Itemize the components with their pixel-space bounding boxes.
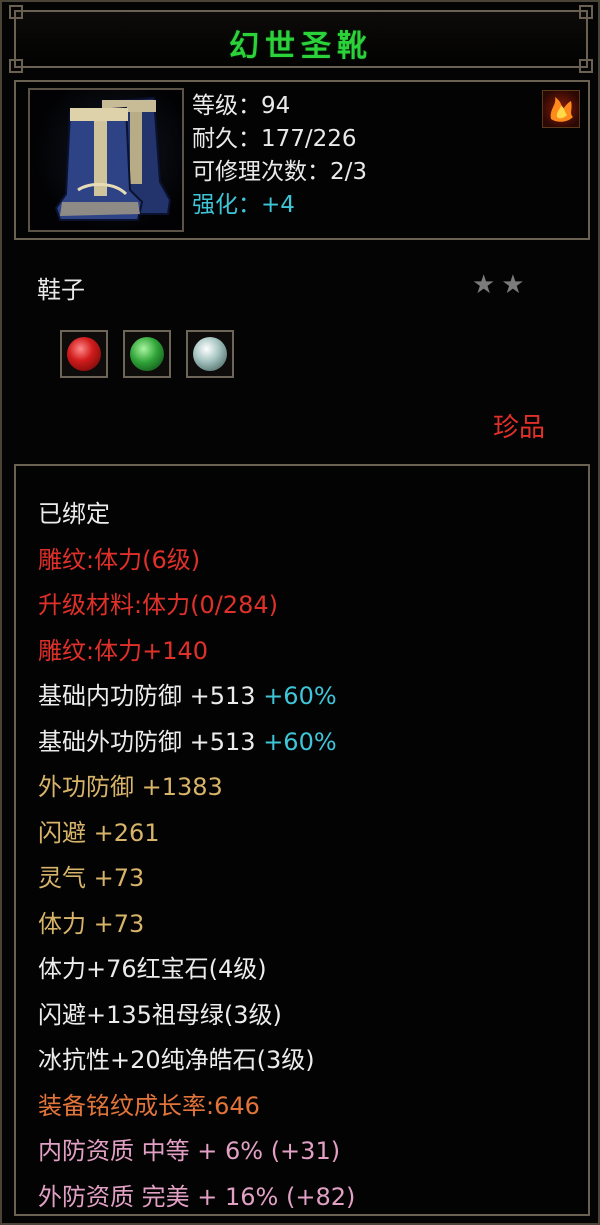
spirit-line: 灵气 +73 xyxy=(38,864,145,892)
outer-defense-line: 外功防御 +1383 xyxy=(38,773,223,801)
diamond-gem-icon[interactable] xyxy=(186,330,234,378)
fire-icon xyxy=(542,90,580,128)
star-rating: ★★ xyxy=(472,270,531,300)
gem-line: 体力+76红宝石(4级) xyxy=(38,955,267,983)
level-text: 等级：94 xyxy=(192,93,291,119)
base-inner-defense-line: 基础内功防御 +513 +60% xyxy=(38,674,355,720)
bound-status: 已绑定 xyxy=(38,500,110,528)
durability-text: 耐久：177/226 xyxy=(192,126,357,152)
enhance-text: 强化：+4 xyxy=(192,192,295,218)
boots-icon xyxy=(28,88,184,232)
repair-count-text: 可修理次数：2/3 xyxy=(192,159,368,185)
stamina-line: 体力 +73 xyxy=(38,909,145,938)
emerald-gem-icon[interactable] xyxy=(123,330,171,378)
base-outer-defense-line: 基础外功防御 +513 +60% xyxy=(38,720,355,766)
item-title: 幻世圣靴 xyxy=(229,29,373,64)
growth-rate-line: 装备铭纹成长率:646 xyxy=(38,1091,260,1120)
base-inner-defense-value: 基础内功防御 +513 xyxy=(38,682,256,710)
engrave-line: 雕纹:体力(6级) xyxy=(38,545,201,574)
outer-quality-line: 外防资质 完美 + 16% (+82) xyxy=(38,1182,356,1211)
corner-ornament xyxy=(9,5,23,19)
item-info-panel: 等级：94 耐久：177/226 可修理次数：2/3 强化：+4 xyxy=(14,80,590,240)
base-outer-defense-pct: +60% xyxy=(263,727,337,756)
item-tooltip: 幻世圣靴 等级：94 耐久：177/226 可修理次数：2/3 强化：+4 鞋子… xyxy=(0,0,600,1225)
inner-quality-line: 内防资质 中等 + 6% (+31) xyxy=(38,1137,341,1165)
base-inner-defense-pct: +60% xyxy=(263,682,337,710)
gem-line: 冰抗性+20纯净皓石(3级) xyxy=(38,1046,315,1074)
ruby-gem-icon[interactable] xyxy=(60,330,108,378)
item-type: 鞋子 xyxy=(37,276,85,304)
rarity-label: 珍品 xyxy=(493,413,546,443)
engrave-bonus-line: 雕纹:体力+140 xyxy=(38,636,209,665)
item-stats: 等级：94 耐久：177/226 可修理次数：2/3 强化：+4 xyxy=(192,90,367,222)
gem-line: 闪避+135祖母绿(3级) xyxy=(38,1000,282,1029)
dodge-line: 闪避 +261 xyxy=(38,818,160,847)
base-outer-defense-value: 基础外功防御 +513 xyxy=(38,727,256,756)
title-bar: 幻世圣靴 xyxy=(9,5,593,73)
corner-ornament xyxy=(579,5,593,19)
attributes-panel: 已绑定 雕纹:体力(6级) 升级材料:体力(0/284) 雕纹:体力+140 基… xyxy=(14,464,590,1216)
upgrade-material-line: 升级材料:体力(0/284) xyxy=(38,591,278,619)
